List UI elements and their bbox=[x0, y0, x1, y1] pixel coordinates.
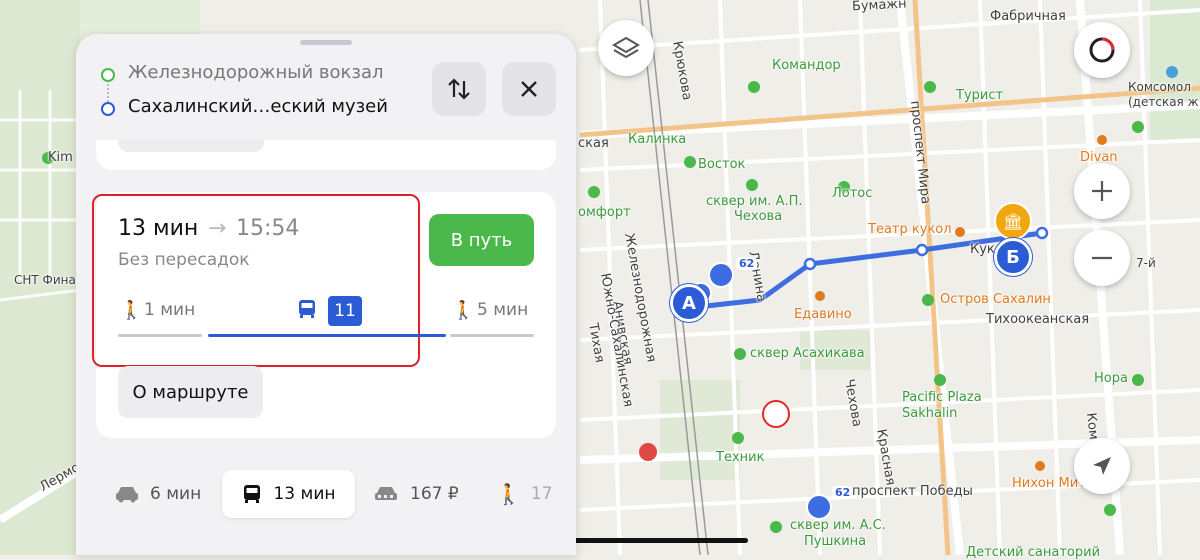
map-label-ostrov: Остров Сахалин bbox=[940, 292, 1051, 307]
car-icon bbox=[116, 487, 138, 503]
route-details-button[interactable]: О маршруте bbox=[118, 366, 263, 418]
route-connector bbox=[107, 84, 109, 102]
map-label-tikhookeanskaya: Тихоокеанская bbox=[986, 312, 1090, 327]
zoom-in-button[interactable] bbox=[1074, 163, 1130, 219]
zoom-out-button[interactable] bbox=[1074, 230, 1130, 286]
bus-stop-icon[interactable] bbox=[806, 494, 832, 520]
close-button[interactable] bbox=[502, 62, 556, 116]
map-label-fabrichnaya: Фабричная bbox=[990, 9, 1066, 24]
route-option-card[interactable]: 13 мин → 15:54 Без пересадок 🚶 1 мин 11 … bbox=[92, 192, 556, 438]
walk-start-segment bbox=[118, 334, 202, 337]
go-button-label: В путь bbox=[450, 229, 513, 251]
map-label-prospekt-pobedy: проспект Победы bbox=[852, 484, 973, 499]
map-label-komsomolsk: Комсомол bbox=[1128, 80, 1191, 94]
mode-car-label: 6 мин bbox=[150, 484, 202, 504]
bus-route-badge: 62 bbox=[736, 257, 758, 270]
map-label-kim: Kim bbox=[48, 150, 73, 165]
mode-walk[interactable]: 🚶 17 bbox=[496, 470, 576, 518]
origin-dot-icon bbox=[101, 68, 115, 82]
warning-icon bbox=[762, 400, 790, 428]
route-panel: Железнодорожный вокзал Сахалинский…еский… bbox=[76, 34, 576, 555]
bus-icon bbox=[244, 485, 261, 503]
map-label-pacific-1: Pacific Plaza bbox=[902, 390, 982, 405]
mode-bus-label: 13 мин bbox=[273, 484, 336, 504]
map-label-nora: Нора bbox=[1094, 371, 1128, 386]
previous-card-chip bbox=[118, 140, 264, 152]
bus-number-badge: 11 bbox=[328, 296, 362, 326]
map-label-seven: 7-й bbox=[1136, 256, 1156, 270]
mode-car[interactable]: 6 мин bbox=[102, 470, 232, 518]
map-layers-button[interactable] bbox=[598, 20, 654, 76]
map-label-skver-chekhova-2: Чехова bbox=[734, 209, 783, 224]
walk-end-icon: 🚶 bbox=[452, 300, 475, 321]
route-duration: 13 мин bbox=[118, 216, 199, 241]
close-icon bbox=[521, 81, 537, 97]
map-label-skver-pushkina-1: сквер им. А.С. bbox=[790, 518, 886, 533]
walk-icon: 🚶 bbox=[496, 482, 521, 506]
previous-route-card bbox=[96, 140, 556, 170]
go-button[interactable]: В путь bbox=[429, 214, 534, 266]
bus-route-badge: 62 bbox=[832, 486, 854, 499]
plus-icon bbox=[1092, 181, 1112, 201]
arrow-right-icon: → bbox=[208, 216, 227, 241]
map-label-skver-asakhikava: сквер Асахикава bbox=[750, 346, 865, 361]
walk-start-time: 1 мин bbox=[144, 300, 196, 320]
mode-bus[interactable]: 13 мин bbox=[222, 470, 355, 518]
swap-button[interactable] bbox=[432, 62, 486, 116]
walk-end-segment bbox=[450, 334, 534, 337]
map-label-lotos: Лотос bbox=[832, 186, 873, 201]
route-details-label: О маршруте bbox=[132, 381, 249, 403]
map-label-pacific-2: Sakhalin bbox=[902, 406, 958, 421]
map-label-skver-pushkina-2: Пушкина bbox=[804, 534, 867, 549]
map-label-komsomolsk-2: (детская ж bbox=[1128, 95, 1199, 109]
compass-icon bbox=[1089, 37, 1115, 63]
destination-dot-icon bbox=[101, 102, 115, 116]
location-arrow-icon bbox=[1093, 457, 1111, 475]
destination-field[interactable]: Сахалинский…еский музей bbox=[128, 96, 388, 117]
route-start-marker[interactable]: А bbox=[670, 284, 708, 322]
map-label-turist: Турист bbox=[956, 88, 1004, 103]
layers-icon bbox=[612, 36, 640, 59]
bus-stop-icon[interactable] bbox=[708, 262, 734, 288]
map-label-kaya: ская bbox=[578, 136, 609, 151]
map-label-komandor: Командор bbox=[772, 58, 841, 73]
drag-handle[interactable] bbox=[300, 40, 352, 45]
bus-icon bbox=[296, 298, 318, 320]
compass-button[interactable] bbox=[1074, 22, 1130, 78]
map-label-tekhnik: Техник bbox=[716, 450, 765, 465]
map-label-komfort: омфорт bbox=[578, 205, 631, 220]
transport-mode-bar: 6 мин 13 мин 167 ₽ 🚶 17 bbox=[76, 458, 576, 555]
map-label-komm: Ком bbox=[1083, 412, 1101, 441]
map-label-kalinka: Калинка bbox=[628, 132, 687, 147]
walk-icon: 🚶 bbox=[120, 300, 143, 321]
taxi-icon bbox=[375, 487, 397, 500]
museum-icon[interactable]: 🏛 bbox=[994, 202, 1032, 240]
walk-end-time: 5 мин bbox=[477, 300, 529, 320]
map-label-skver-chekhova-1: сквер им. А.П. bbox=[706, 194, 803, 209]
minus-icon bbox=[1092, 256, 1112, 260]
origin-field[interactable]: Железнодорожный вокзал bbox=[128, 62, 384, 83]
arrival-time: 15:54 bbox=[236, 216, 300, 241]
mode-taxi[interactable]: 167 ₽ bbox=[372, 470, 472, 518]
my-location-button[interactable] bbox=[1074, 438, 1130, 494]
map-label-snt: СНТ Фина bbox=[14, 273, 76, 287]
mode-walk-label: 17 bbox=[530, 484, 553, 504]
map-label-vostok: Восток bbox=[698, 157, 746, 172]
map-label-teatr-kukol: Театр кукол bbox=[868, 222, 952, 237]
route-header: Железнодорожный вокзал Сахалинский…еский… bbox=[76, 34, 576, 140]
swap-arrows-icon bbox=[448, 78, 470, 100]
bus-segment bbox=[208, 334, 446, 337]
transfers-text: Без пересадок bbox=[118, 250, 250, 270]
mode-taxi-label: 167 ₽ bbox=[410, 484, 459, 504]
map-label-edavino: Едавино bbox=[794, 307, 852, 322]
route-end-marker[interactable]: Б bbox=[994, 238, 1032, 276]
map-label-sanatoriy: Детский санаторий bbox=[966, 545, 1101, 560]
